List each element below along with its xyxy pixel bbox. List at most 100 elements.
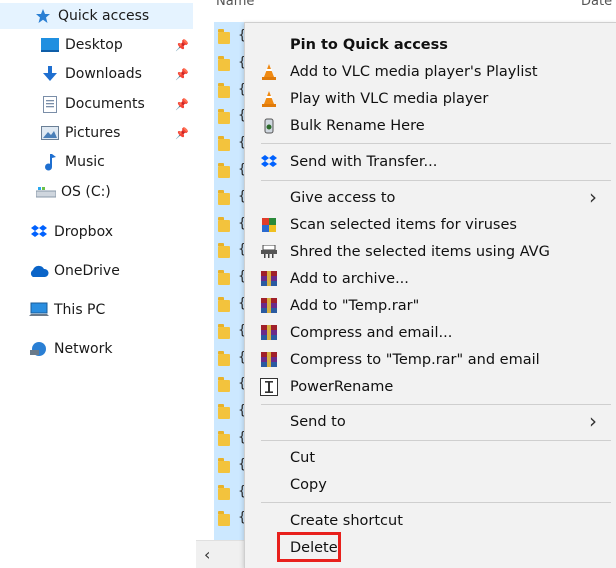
menu-item-copy[interactable]: Copy bbox=[245, 472, 616, 498]
nav-item-music[interactable]: Music bbox=[0, 149, 105, 175]
column-header-name[interactable]: Name bbox=[216, 0, 276, 8]
folder-icon bbox=[218, 243, 230, 259]
nav-item-desktop[interactable]: Desktop bbox=[0, 32, 123, 58]
menu-item-label: Give access to bbox=[290, 190, 396, 206]
menu-item-add-to-temp-rar[interactable]: Add to "Temp.rar" bbox=[245, 293, 616, 319]
nav-item-pictures[interactable]: Pictures bbox=[0, 120, 120, 146]
submenu-arrow-icon: › bbox=[589, 185, 597, 209]
nav-item-network[interactable]: Network bbox=[0, 336, 112, 362]
menu-item-give-access-to[interactable]: Give access to › bbox=[245, 185, 616, 211]
winrar-icon bbox=[259, 323, 279, 343]
folder-icon bbox=[218, 377, 230, 393]
menu-item-label: Shred the selected items using AVG bbox=[290, 244, 550, 260]
nav-label: Desktop bbox=[65, 37, 123, 53]
folder-icon bbox=[218, 350, 230, 366]
folder-icon bbox=[218, 82, 230, 98]
music-note-icon bbox=[40, 152, 60, 172]
menu-item-label: Compress to "Temp.rar" and email bbox=[290, 352, 540, 368]
folder-icon bbox=[218, 109, 230, 125]
nav-item-dropbox[interactable]: Dropbox bbox=[0, 219, 113, 245]
folder-icon bbox=[218, 511, 230, 527]
menu-item-label: Send to bbox=[290, 414, 346, 430]
menu-item-label: Copy bbox=[290, 477, 327, 493]
menu-item-label: Pin to Quick access bbox=[290, 37, 448, 53]
menu-item-label: Play with VLC media player bbox=[290, 91, 489, 107]
dropbox-icon bbox=[29, 222, 49, 242]
folder-icon bbox=[218, 270, 230, 286]
menu-item-label: Create shortcut bbox=[290, 513, 403, 529]
computer-icon bbox=[29, 300, 49, 320]
nav-item-quick-access[interactable]: Quick access bbox=[0, 3, 193, 29]
menu-item-label: Send with Transfer... bbox=[290, 154, 438, 170]
folder-icon bbox=[218, 189, 230, 205]
pin-icon[interactable]: 📌 bbox=[175, 91, 189, 117]
folder-icon bbox=[218, 404, 230, 420]
pin-icon[interactable]: 📌 bbox=[175, 61, 189, 87]
menu-item-compress-temp-rar-email[interactable]: Compress to "Temp.rar" and email bbox=[245, 347, 616, 373]
menu-item-label: Add to archive... bbox=[290, 271, 409, 287]
menu-item-scan-viruses[interactable]: Scan selected items for viruses bbox=[245, 212, 616, 238]
onedrive-cloud-icon bbox=[29, 261, 49, 281]
folder-icon bbox=[218, 457, 230, 473]
pin-icon[interactable]: 📌 bbox=[175, 32, 189, 58]
menu-item-label: Compress and email... bbox=[290, 325, 453, 341]
menu-item-label: Add to VLC media player's Playlist bbox=[290, 64, 538, 80]
nav-label: OS (C:) bbox=[61, 184, 111, 200]
menu-separator bbox=[261, 404, 611, 405]
nav-label: Music bbox=[65, 154, 105, 170]
menu-item-label: Add to "Temp.rar" bbox=[290, 298, 420, 314]
menu-item-shred-avg[interactable]: Shred the selected items using AVG bbox=[245, 239, 616, 265]
bulk-rename-icon bbox=[259, 116, 279, 136]
folder-icon bbox=[218, 163, 230, 178]
nav-item-documents[interactable]: Documents bbox=[0, 91, 145, 117]
avg-scan-icon bbox=[259, 215, 279, 235]
nav-item-os-drive[interactable]: OS (C:) bbox=[0, 179, 111, 205]
menu-item-vlc-play[interactable]: Play with VLC media player bbox=[245, 86, 616, 112]
dropbox-icon bbox=[259, 152, 279, 172]
menu-item-send-with-transfer[interactable]: Send with Transfer... bbox=[245, 149, 616, 175]
menu-item-vlc-add-playlist[interactable]: Add to VLC media player's Playlist bbox=[245, 59, 616, 85]
nav-label: Pictures bbox=[65, 125, 121, 141]
folder-icon bbox=[218, 431, 230, 446]
menu-item-label: Cut bbox=[290, 450, 315, 466]
delete-highlight-box bbox=[277, 532, 341, 562]
documents-icon bbox=[40, 94, 60, 114]
drive-icon bbox=[36, 182, 56, 202]
menu-item-add-to-archive[interactable]: Add to archive... bbox=[245, 266, 616, 292]
menu-item-label: PowerRename bbox=[290, 379, 394, 395]
menu-item-create-shortcut[interactable]: Create shortcut bbox=[245, 508, 616, 534]
menu-separator bbox=[261, 440, 611, 441]
nav-label: This PC bbox=[54, 302, 106, 318]
star-icon bbox=[33, 6, 53, 26]
network-icon bbox=[29, 339, 49, 359]
folder-icon bbox=[218, 484, 230, 500]
vlc-cone-icon bbox=[259, 62, 279, 82]
context-menu: Pin to Quick access Add to VLC media pla… bbox=[244, 22, 616, 568]
menu-item-send-to[interactable]: Send to › bbox=[245, 409, 616, 435]
menu-item-pin-to-quick-access[interactable]: Pin to Quick access bbox=[245, 32, 616, 58]
winrar-icon bbox=[259, 296, 279, 316]
column-header-date[interactable]: Date bbox=[581, 0, 616, 8]
pin-icon[interactable]: 📌 bbox=[175, 120, 189, 146]
menu-separator bbox=[261, 180, 611, 181]
folder-icon bbox=[218, 136, 230, 152]
folder-icon bbox=[218, 55, 230, 71]
powerrename-icon bbox=[259, 377, 279, 397]
desktop-icon bbox=[40, 35, 60, 55]
menu-item-compress-and-email[interactable]: Compress and email... bbox=[245, 320, 616, 346]
nav-label: Downloads bbox=[65, 66, 142, 82]
menu-item-powerrename[interactable]: PowerRename bbox=[245, 374, 616, 400]
shredder-icon bbox=[259, 242, 279, 262]
scroll-left-arrow-icon[interactable]: ‹ bbox=[204, 545, 210, 564]
menu-item-bulk-rename[interactable]: Bulk Rename Here bbox=[245, 113, 616, 139]
nav-item-downloads[interactable]: Downloads bbox=[0, 61, 142, 87]
menu-item-label: Scan selected items for viruses bbox=[290, 217, 517, 233]
nav-label: Dropbox bbox=[54, 224, 113, 240]
vlc-cone-icon bbox=[259, 89, 279, 109]
nav-label: Network bbox=[54, 341, 113, 357]
nav-item-this-pc[interactable]: This PC bbox=[0, 297, 105, 323]
menu-item-cut[interactable]: Cut bbox=[245, 445, 616, 471]
winrar-icon bbox=[259, 350, 279, 370]
nav-item-onedrive[interactable]: OneDrive bbox=[0, 258, 120, 284]
folder-icon bbox=[218, 216, 230, 232]
